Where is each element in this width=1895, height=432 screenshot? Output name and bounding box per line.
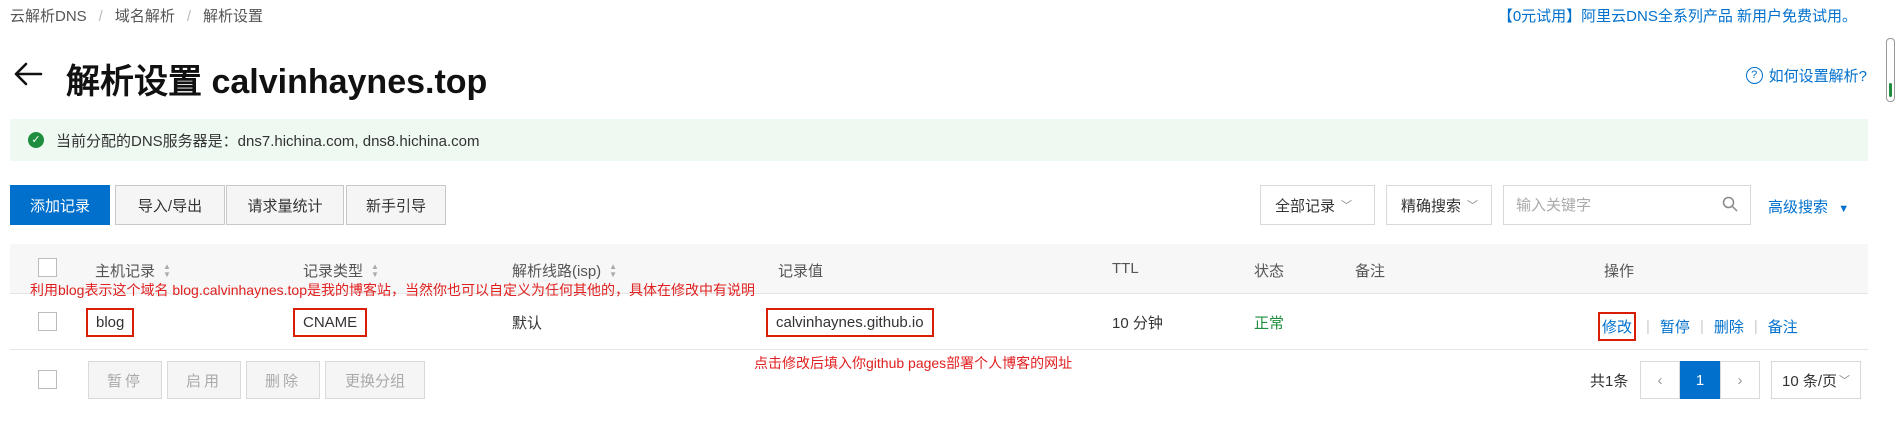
check-circle-icon: ✓ bbox=[28, 132, 44, 148]
sort-icon[interactable]: ▲ ▼ bbox=[609, 262, 617, 279]
cell-line: 默认 bbox=[512, 315, 543, 332]
column-header-type[interactable]: 记录类型 ▲ ▼ bbox=[303, 260, 379, 281]
prev-page-icon[interactable]: ‹ bbox=[1640, 361, 1680, 399]
chevron-down-icon: ﹀ bbox=[1341, 200, 1353, 212]
breadcrumb-separator: / bbox=[98, 8, 103, 25]
breadcrumb-separator: / bbox=[186, 8, 192, 25]
footer-select-all-checkbox[interactable] bbox=[38, 370, 57, 389]
bulk-enable-button[interactable]: 启用 bbox=[167, 361, 241, 399]
column-header-actions: 操作 bbox=[1604, 263, 1635, 280]
sort-icon[interactable]: ▲ ▼ bbox=[163, 262, 171, 279]
breadcrumb-item-current: 解析设置 bbox=[203, 8, 264, 25]
scrollbar-thumb[interactable] bbox=[1889, 83, 1892, 97]
bulk-delete-button[interactable]: 删除 bbox=[246, 361, 320, 399]
help-link[interactable]: ? 如何设置解析? bbox=[1745, 65, 1867, 86]
advanced-search-label: 高级搜索 bbox=[1768, 199, 1829, 216]
dns-server-info: ✓ 当前分配的DNS服务器是：dns7.hichina.com, dns8.hi… bbox=[10, 119, 1868, 161]
select-all-checkbox[interactable] bbox=[38, 258, 57, 277]
back-arrow-icon[interactable] bbox=[12, 58, 44, 90]
total-count: 共1条 bbox=[1590, 373, 1629, 390]
help-link-label: 如何设置解析? bbox=[1768, 68, 1867, 85]
remark-link[interactable]: 备注 bbox=[1768, 316, 1798, 337]
promo-link[interactable]: 【0元试用】阿里云DNS全系列产品 新用户免费试用。 bbox=[1498, 5, 1857, 26]
breadcrumb: 云解析DNS / 域名解析 / 解析设置 bbox=[10, 5, 263, 26]
cell-host: blog bbox=[86, 308, 135, 337]
breadcrumb-item-dns[interactable]: 云解析DNS bbox=[10, 5, 87, 26]
column-type-label: 记录类型 bbox=[303, 263, 364, 280]
column-header-line[interactable]: 解析线路(isp) ▲ ▼ bbox=[512, 260, 617, 281]
breadcrumb-item-domains[interactable]: 域名解析 bbox=[115, 5, 175, 26]
delete-link[interactable]: 删除 bbox=[1714, 316, 1744, 337]
record-filter-value: 全部记录 bbox=[1275, 197, 1336, 215]
chevron-down-icon: ﹀ bbox=[1467, 200, 1479, 212]
import-export-button[interactable]: 导入/导出 bbox=[115, 185, 225, 225]
divider: | bbox=[1646, 318, 1650, 335]
annotation-value-note: 点击修改后填入你github pages部署个人博客的网址 bbox=[754, 355, 1073, 371]
column-host-label: 主机记录 bbox=[95, 263, 156, 280]
next-page-icon[interactable]: › bbox=[1720, 361, 1760, 399]
sort-icon[interactable]: ▲ ▼ bbox=[371, 262, 379, 279]
search-mode-select[interactable]: 精确搜索 ﹀ bbox=[1386, 185, 1492, 225]
annotation-host-note: 利用blog表示这个域名 blog.calvinhaynes.top是我的博客站… bbox=[30, 282, 756, 298]
row-actions: 修改 | 暂停 | 删除 | 备注 bbox=[1598, 312, 1798, 341]
divider: | bbox=[1753, 318, 1758, 335]
pause-link[interactable]: 暂停 bbox=[1660, 316, 1690, 337]
bulk-pause-button[interactable]: 暂停 bbox=[88, 361, 162, 399]
caret-down-icon: ▼ bbox=[1838, 203, 1850, 215]
search-icon[interactable] bbox=[1722, 196, 1738, 215]
modify-link[interactable]: 修改 bbox=[1598, 312, 1637, 341]
divider: | bbox=[1699, 318, 1704, 335]
cell-ttl: 10 分钟 bbox=[1112, 315, 1163, 332]
column-header-remark: 备注 bbox=[1355, 263, 1386, 280]
column-header-status: 状态 bbox=[1254, 263, 1285, 280]
search-box bbox=[1503, 185, 1751, 225]
status-badge: 正常 bbox=[1254, 315, 1285, 332]
advanced-search-link[interactable]: 高级搜索 ▼ bbox=[1768, 196, 1849, 217]
record-filter-select[interactable]: 全部记录 ﹀ bbox=[1260, 185, 1375, 225]
search-mode-value: 精确搜索 bbox=[1401, 197, 1462, 215]
change-group-button[interactable]: 更换分组 bbox=[325, 361, 425, 399]
add-record-button[interactable]: 添加记录 bbox=[10, 185, 110, 225]
page-number-current[interactable]: 1 bbox=[1680, 361, 1720, 399]
column-line-label: 解析线路(isp) bbox=[512, 263, 602, 280]
row-checkbox[interactable] bbox=[38, 312, 57, 331]
question-icon: ? bbox=[1745, 67, 1763, 84]
column-header-ttl: TTL bbox=[1112, 260, 1139, 277]
cell-type: CNAME bbox=[293, 308, 368, 337]
dns-server-text: 当前分配的DNS服务器是：dns7.hichina.com, dns8.hich… bbox=[56, 132, 480, 150]
page-size-value: 10 条/页 bbox=[1781, 372, 1838, 390]
column-header-host[interactable]: 主机记录 ▲ ▼ bbox=[95, 260, 171, 281]
column-header-value: 记录值 bbox=[778, 263, 824, 280]
page-title: 解析设置 calvinhaynes.top bbox=[66, 63, 488, 101]
beginner-guide-button[interactable]: 新手引导 bbox=[346, 185, 446, 225]
page-size-select[interactable]: 10 条/页 ﹀ bbox=[1771, 361, 1861, 399]
cell-value: calvinhaynes.github.io bbox=[766, 308, 934, 337]
search-input[interactable] bbox=[1516, 196, 1722, 214]
scrollbar[interactable] bbox=[1886, 38, 1895, 102]
row-divider bbox=[10, 349, 1868, 350]
chevron-down-icon: ﹀ bbox=[1839, 375, 1851, 387]
request-stats-button[interactable]: 请求量统计 bbox=[226, 185, 344, 225]
